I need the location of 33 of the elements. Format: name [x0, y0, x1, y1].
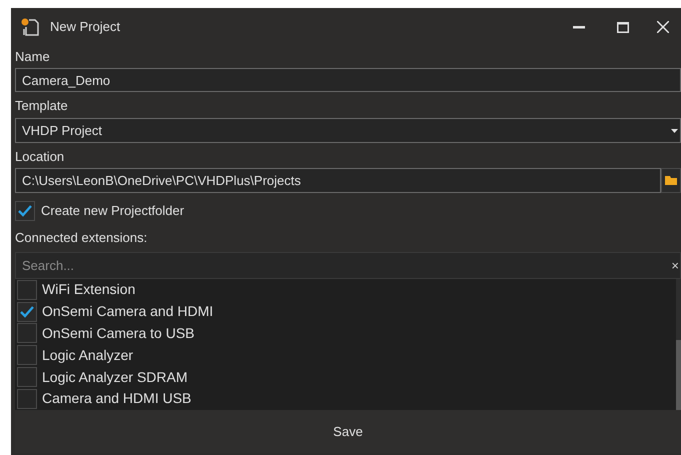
- maximize-icon: [617, 22, 629, 32]
- checkbox[interactable]: [17, 323, 37, 344]
- extension-item: OnSemi Camera and HDMI: [42, 302, 214, 322]
- checkbox[interactable]: [17, 280, 37, 300]
- extension-item: OnSemi Camera to USB: [42, 324, 194, 343]
- extension-item: Logic Analyzer SDRAM: [42, 368, 188, 387]
- checkbox[interactable]: [17, 388, 37, 409]
- field-label: Location: [15, 148, 66, 166]
- field-label: Name: [15, 48, 51, 66]
- checkmark-icon: [20, 306, 34, 318]
- folder-icon: [665, 176, 677, 185]
- extension-item: Camera and HDMI USB: [42, 389, 192, 408]
- extension-item: Logic Analyzer: [42, 346, 134, 365]
- clear-button[interactable]: ×: [671, 259, 679, 272]
- checkmark-icon: [18, 205, 32, 217]
- close-icon: [657, 21, 669, 33]
- window-title: New Project: [50, 18, 120, 36]
- browse-button[interactable]: [661, 168, 681, 193]
- checkbox[interactable]: [17, 367, 37, 388]
- checkbox-label: Create new Projectfolder: [41, 202, 184, 220]
- field-label: Template: [15, 97, 69, 115]
- minimize-icon: [573, 26, 585, 28]
- checkbox[interactable]: [15, 201, 35, 221]
- new-project-icon: [20, 17, 40, 37]
- template-dropdown[interactable]: VHDP Project: [15, 118, 681, 143]
- checkbox[interactable]: [17, 345, 37, 366]
- checkbox[interactable]: [17, 302, 37, 322]
- search-field[interactable]: Search... ×: [15, 252, 681, 279]
- location-field[interactable]: C:\Users\LeonB\OneDrive\PC\VHDPlus\Projects: [15, 168, 661, 193]
- extension-item: WiFi Extension: [42, 280, 136, 300]
- section-label: Connected extensions:: [15, 229, 148, 247]
- dropdown-arrow-icon: [671, 128, 678, 132]
- name-field[interactable]: Camera_Demo: [15, 68, 681, 92]
